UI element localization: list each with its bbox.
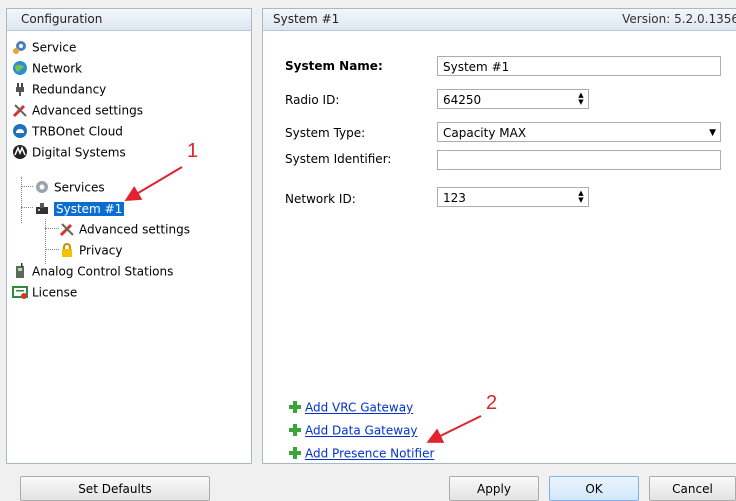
radio-id-label: Radio ID:	[285, 93, 340, 107]
system-name-field[interactable]: System #1	[437, 56, 721, 76]
tree-item-label: Advanced settings	[79, 222, 190, 237]
ok-button[interactable]: OK	[549, 476, 639, 501]
tree-item-label: License	[32, 285, 78, 300]
spin-arrows-icon[interactable]: ▲ ▼	[577, 92, 585, 106]
tree-item-analog-control-stations[interactable]: Analog Control Stations	[12, 261, 173, 281]
add-icon	[287, 399, 303, 415]
link-label: Add VRC Gateway	[305, 400, 414, 415]
add-icon	[287, 422, 303, 438]
system-name-value: System #1	[443, 60, 510, 74]
motorola-icon	[12, 144, 28, 160]
network-id-value: 123	[443, 191, 466, 205]
globe-icon	[12, 60, 28, 76]
system-identifier-field[interactable]	[437, 150, 721, 170]
network-id-stepper[interactable]: 123 ▲ ▼	[437, 187, 589, 207]
gear-icon	[12, 39, 28, 55]
tools-icon	[12, 102, 28, 118]
tree-item-label: Privacy	[79, 243, 123, 258]
panel-title: System #1	[273, 12, 340, 26]
system-type-label: System Type:	[285, 126, 366, 140]
tree-item-label: Analog Control Stations	[32, 264, 174, 279]
system-details-header: System #1 Version: 5.2.0.1356	[263, 9, 736, 31]
lock-icon	[59, 242, 75, 258]
add-vrc-gateway-link[interactable]: Add VRC Gateway	[287, 397, 413, 417]
tree-item-license[interactable]: License	[12, 282, 77, 302]
tools-icon	[59, 221, 75, 237]
tree-item-system-advanced-settings[interactable]: Advanced settings	[59, 219, 190, 239]
plug-icon	[12, 81, 28, 97]
add-data-gateway-link[interactable]: Add Data Gateway	[287, 420, 418, 440]
system-type-value: Capacity MAX	[443, 126, 527, 140]
tree-item-label: Service	[32, 40, 77, 55]
radio-icon	[12, 262, 28, 279]
add-icon	[287, 445, 303, 461]
radio-id-value: 64250	[443, 93, 482, 107]
cloud-icon	[12, 123, 28, 139]
tree-item-network[interactable]: Network	[12, 58, 82, 78]
tree-item-label: Digital Systems	[32, 145, 126, 160]
tree-item-digital-systems[interactable]: Digital Systems	[12, 142, 126, 162]
license-icon	[12, 284, 28, 300]
tree-item-advanced-settings[interactable]: Advanced settings	[12, 100, 143, 120]
radio-id-stepper[interactable]: 64250 ▲ ▼	[437, 89, 589, 109]
tree-item-services[interactable]: Services	[34, 177, 105, 197]
configuration-panel: Configuration Service Network Redundancy…	[6, 8, 252, 464]
network-id-label: Network ID:	[285, 192, 356, 206]
system-identifier-label: System Identifier:	[285, 152, 392, 166]
tree-item-label: Advanced settings	[32, 103, 143, 118]
tree-item-trbonet-cloud[interactable]: TRBOnet Cloud	[12, 121, 123, 141]
system-name-label: System Name:	[285, 59, 383, 73]
tree-item-label: Services	[54, 180, 105, 195]
tree-item-label: System #1	[54, 201, 125, 216]
version-label: Version: 5.2.0.1356	[622, 12, 736, 26]
add-presence-notifier-link[interactable]: Add Presence Notifier	[287, 443, 434, 463]
tree-item-privacy[interactable]: Privacy	[59, 240, 122, 260]
annotation-number-2: 2	[486, 392, 498, 414]
system-type-select[interactable]: Capacity MAX ▼	[437, 122, 721, 142]
system-details-panel: System #1 Version: 5.2.0.1356 System Nam…	[262, 8, 736, 464]
cancel-button[interactable]: Cancel	[649, 476, 736, 501]
gear-icon	[34, 179, 50, 195]
tree-item-label: Redundancy	[32, 82, 107, 97]
set-defaults-button[interactable]: Set Defaults	[20, 476, 210, 501]
spin-arrows-icon[interactable]: ▲ ▼	[577, 190, 585, 204]
annotation-number-1: 1	[187, 140, 199, 162]
system-icon	[34, 200, 50, 216]
link-label: Add Data Gateway	[305, 423, 418, 438]
link-label: Add Presence Notifier	[305, 446, 435, 461]
tree-item-label: TRBOnet Cloud	[32, 124, 123, 139]
tree-item-system-1[interactable]: System #1	[34, 198, 125, 218]
tree-item-service[interactable]: Service	[12, 37, 76, 57]
tree-item-label: Network	[32, 61, 83, 76]
tree-item-redundancy[interactable]: Redundancy	[12, 79, 106, 99]
apply-button[interactable]: Apply	[449, 476, 539, 501]
configuration-header: Configuration	[7, 9, 251, 31]
chevron-down-icon[interactable]: ▼	[709, 123, 716, 143]
